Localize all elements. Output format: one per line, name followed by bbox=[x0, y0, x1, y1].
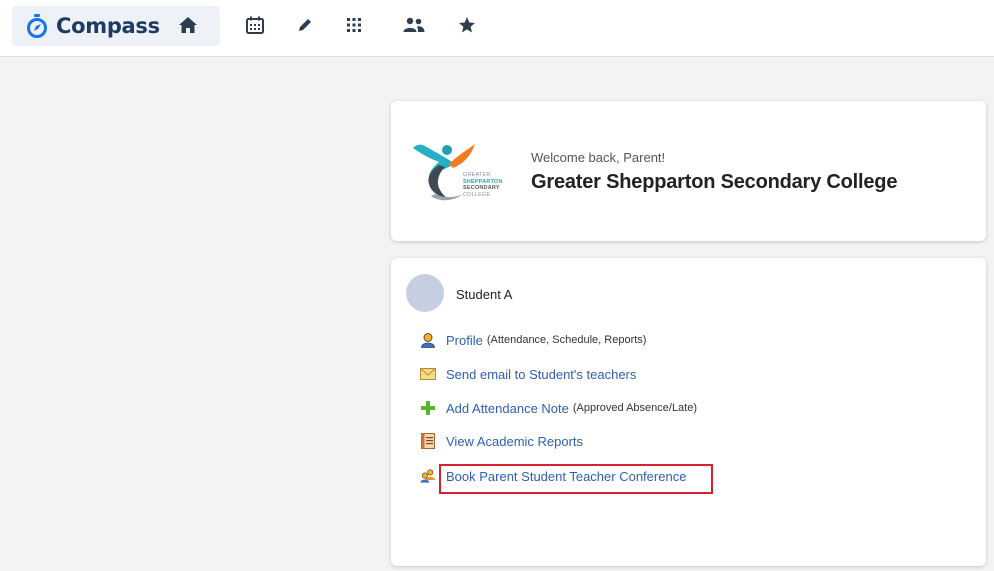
attendance-link-row: Add Attendance Note (Approved Absence/La… bbox=[420, 400, 697, 416]
people-icon[interactable] bbox=[403, 14, 425, 36]
report-book-icon bbox=[420, 433, 436, 449]
plus-icon bbox=[420, 400, 436, 416]
compass-brand[interactable]: Compass bbox=[26, 11, 160, 41]
view-academic-reports-link[interactable]: View Academic Reports bbox=[446, 434, 583, 449]
avatar[interactable] bbox=[406, 274, 444, 312]
conference-people-icon bbox=[420, 468, 436, 484]
pencil-icon[interactable] bbox=[294, 14, 316, 36]
reports-link-row: View Academic Reports bbox=[420, 433, 583, 449]
school-logo: GREATER SHEPPARTON SECONDARY COLLEGE bbox=[409, 134, 517, 209]
apps-grid-icon[interactable] bbox=[343, 14, 365, 36]
profile-link-row: Profile (Attendance, Schedule, Reports) bbox=[420, 332, 646, 348]
add-attendance-note-link[interactable]: Add Attendance Note bbox=[446, 401, 569, 416]
welcome-greeting: Welcome back, Parent! bbox=[531, 150, 666, 165]
home-icon[interactable] bbox=[177, 14, 199, 36]
person-icon bbox=[420, 332, 436, 348]
brand-name: Compass bbox=[56, 14, 160, 38]
welcome-card: GREATER SHEPPARTON SECONDARY COLLEGE Wel… bbox=[391, 101, 986, 241]
school-logo-text: GREATER SHEPPARTON SECONDARY COLLEGE bbox=[463, 172, 503, 198]
profile-note: (Attendance, Schedule, Reports) bbox=[486, 334, 647, 346]
send-email-link[interactable]: Send email to Student's teachers bbox=[446, 367, 636, 382]
student-card: Student A Profile (Attendance, Schedule,… bbox=[391, 258, 986, 566]
conference-link-highlight-box bbox=[439, 464, 713, 494]
profile-link[interactable]: Profile bbox=[446, 333, 483, 348]
compass-logo-icon bbox=[27, 14, 47, 38]
school-name: Greater Shepparton Secondary College bbox=[531, 171, 898, 193]
student-name: Student A bbox=[456, 287, 513, 302]
envelope-icon bbox=[420, 366, 436, 382]
top-nav-bar: Compass bbox=[0, 0, 994, 57]
star-icon[interactable] bbox=[456, 14, 478, 36]
calendar-icon[interactable] bbox=[244, 14, 266, 36]
attendance-note: (Approved Absence/Late) bbox=[572, 402, 698, 414]
email-link-row: Send email to Student's teachers bbox=[420, 366, 636, 382]
